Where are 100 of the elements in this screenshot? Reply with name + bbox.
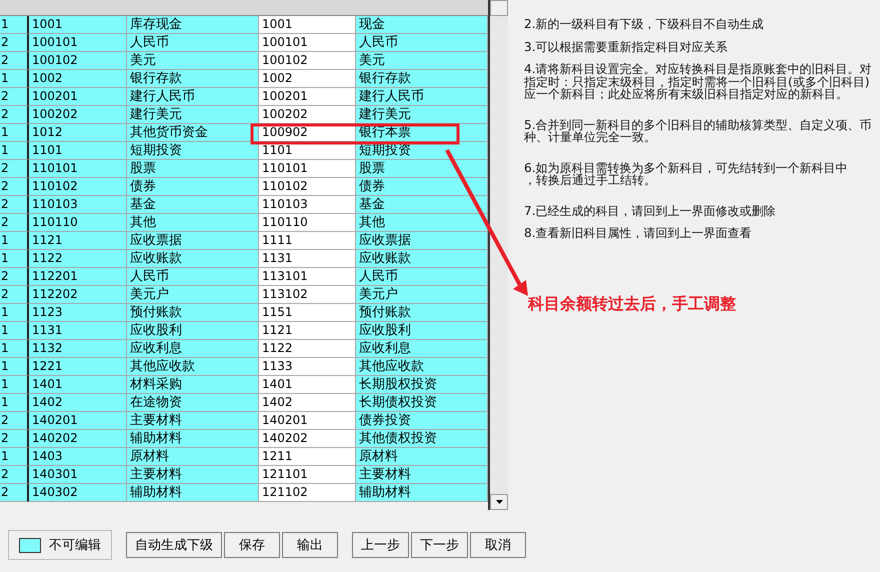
- table-row[interactable]: 2 112201 人民币 113101 人民币: [0, 268, 488, 286]
- table-cell: 1401: [29, 376, 127, 394]
- toolbar-button[interactable]: 自动生成下级: [126, 532, 222, 558]
- table-row[interactable]: 2 110101 股票 110101 股票: [0, 160, 488, 178]
- table-cell: 短期投资: [127, 142, 259, 160]
- table-cell: 2: [0, 484, 29, 502]
- table-cell: 现金: [356, 16, 488, 34]
- table-cell[interactable]: 1402: [259, 394, 356, 412]
- table-cell: 2: [0, 52, 29, 70]
- table-cell[interactable]: 100202: [259, 106, 356, 124]
- table-cell[interactable]: 1131: [259, 250, 356, 268]
- table-cell: 2: [0, 412, 29, 430]
- instruction-note: 6.如为原科目需转换为多个新科目，可先结转到一个新科目中 ，转换后通过手工结转。: [524, 162, 849, 186]
- table-cell: 美元: [356, 52, 488, 70]
- table-cell: 应收账款: [356, 250, 488, 268]
- table-row[interactable]: 2 110103 基金 110103 基金: [0, 196, 488, 214]
- table-cell[interactable]: 100102: [259, 52, 356, 70]
- instruction-note: 3.可以根据需要重新指定科目对应关系: [524, 40, 729, 53]
- table-cell: 1: [0, 124, 29, 142]
- table-row[interactable]: 1 1122 应收账款 1131 应收账款: [0, 250, 488, 268]
- table-cell: 其他: [127, 214, 259, 232]
- table-cell[interactable]: 1151: [259, 304, 356, 322]
- toolbar-button[interactable]: 上一步: [352, 532, 409, 558]
- table-cell: 112202: [29, 286, 127, 304]
- table-cell: 1001: [29, 16, 127, 34]
- scroll-up-button[interactable]: [490, 0, 508, 16]
- table-cell: 2: [0, 160, 29, 178]
- scroll-down-button[interactable]: [490, 494, 508, 510]
- table-cell[interactable]: 140202: [259, 430, 356, 448]
- table-row[interactable]: 1 1001 库存现金 1001 现金: [0, 16, 488, 34]
- table-cell: 材料采购: [127, 376, 259, 394]
- table-row[interactable]: 2 110110 其他 110110 其他: [0, 214, 488, 232]
- table-cell: 112201: [29, 268, 127, 286]
- table-cell: 2: [0, 286, 29, 304]
- table-cell[interactable]: 1211: [259, 448, 356, 466]
- table-cell: 1122: [29, 250, 127, 268]
- caret-down-icon: [496, 500, 502, 504]
- toolbar-button[interactable]: 保存: [224, 532, 280, 558]
- table-cell[interactable]: 113101: [259, 268, 356, 286]
- table-cell[interactable]: 113102: [259, 286, 356, 304]
- table-cell: 长期债权投资: [356, 394, 488, 412]
- table-cell: 辅助材料: [127, 430, 259, 448]
- table-cell: 原材料: [127, 448, 259, 466]
- table-row[interactable]: 2 100101 人民币 100101 人民币: [0, 34, 488, 52]
- table-cell: 主要材料: [127, 466, 259, 484]
- toolbar-button[interactable]: 取消: [470, 532, 526, 558]
- toolbar-button[interactable]: 输出: [282, 532, 338, 558]
- table-cell[interactable]: 110102: [259, 178, 356, 196]
- table-cell: 100201: [29, 88, 127, 106]
- scrollbar[interactable]: [490, 0, 508, 510]
- table-row[interactable]: 2 112202 美元户 113102 美元户: [0, 286, 488, 304]
- table-row[interactable]: 2 100202 建行美元 100202 建行美元: [0, 106, 488, 124]
- table-cell[interactable]: 110110: [259, 214, 356, 232]
- table-row[interactable]: 2 110102 债券 110102 债券: [0, 178, 488, 196]
- table-cell: 1: [0, 70, 29, 88]
- table-cell[interactable]: 110101: [259, 160, 356, 178]
- table-cell[interactable]: 100201: [259, 88, 356, 106]
- table-cell[interactable]: 100101: [259, 34, 356, 52]
- table-cell[interactable]: 1111: [259, 232, 356, 250]
- toolbar-button[interactable]: 下一步: [411, 532, 468, 558]
- table-cell: 1: [0, 322, 29, 340]
- table-cell: 股票: [127, 160, 259, 178]
- table-cell[interactable]: 1001: [259, 16, 356, 34]
- table-cell: 1123: [29, 304, 127, 322]
- table-cell: 主要材料: [127, 412, 259, 430]
- legend-label: 不可编辑: [49, 537, 101, 554]
- table-cell: 长期股权投资: [356, 376, 488, 394]
- table-cell: 其他应收款: [127, 358, 259, 376]
- table-cell: 预付账款: [127, 304, 259, 322]
- table-row[interactable]: 1 1121 应收票据 1111 应收票据: [0, 232, 488, 250]
- table-cell[interactable]: 1133: [259, 358, 356, 376]
- table-cell: 应收股利: [356, 322, 488, 340]
- table-cell[interactable]: 1401: [259, 376, 356, 394]
- table-row[interactable]: 1 1002 银行存款 1002 银行存款: [0, 70, 488, 88]
- table-cell: 建行人民币: [127, 88, 259, 106]
- table-cell: 2: [0, 106, 29, 124]
- legend-swatch: [19, 538, 41, 552]
- table-cell: 100202: [29, 106, 127, 124]
- table-cell: 2: [0, 430, 29, 448]
- table-row[interactable]: 2 100102 美元 100102 美元: [0, 52, 488, 70]
- table-cell: 1: [0, 250, 29, 268]
- table-cell: 基金: [356, 196, 488, 214]
- table-cell[interactable]: 140201: [259, 412, 356, 430]
- table-cell[interactable]: 121102: [259, 484, 356, 502]
- table-cell: 原材料: [356, 448, 488, 466]
- table-cell: 主要材料: [356, 466, 488, 484]
- table-cell: 其他: [356, 214, 488, 232]
- table-cell: 1: [0, 142, 29, 160]
- table-cell[interactable]: 110103: [259, 196, 356, 214]
- table-row[interactable]: 1 1131 应收股利 1121 应收股利: [0, 322, 488, 340]
- table-cell[interactable]: 1002: [259, 70, 356, 88]
- table-row[interactable]: 2 140302 辅助材料 121102 辅助材料: [0, 484, 488, 502]
- table-cell: 1: [0, 394, 29, 412]
- table-cell[interactable]: 1122: [259, 340, 356, 358]
- table-cell[interactable]: 121101: [259, 466, 356, 484]
- table-cell[interactable]: 1121: [259, 322, 356, 340]
- table-row[interactable]: 1 1123 预付账款 1151 预付账款: [0, 304, 488, 322]
- table-row[interactable]: 1 1403 原材料 1211 原材料: [0, 448, 488, 466]
- table-row[interactable]: 1 1132 应收利息 1122 应收利息: [0, 340, 488, 358]
- table-cell: 建行人民币: [356, 88, 488, 106]
